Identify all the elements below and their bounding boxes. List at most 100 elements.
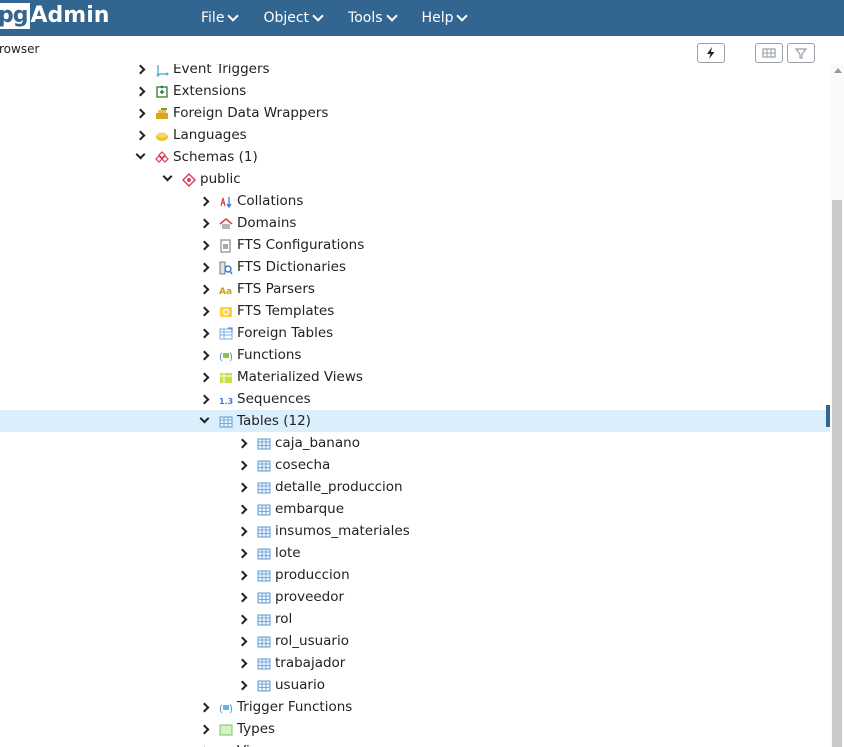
svg-text:(: ( [219,352,223,363]
app-logo[interactable]: pg Admin [0,3,109,29]
tree-node-foreign-tables[interactable]: Foreign Tables [0,322,830,344]
chevron-right-icon[interactable] [199,278,211,300]
chevron-right-icon[interactable] [199,212,211,234]
tree-node-fts-templates[interactable]: FTS Templates [0,300,830,322]
chevron-right-icon[interactable] [135,102,147,124]
chevron-right-icon[interactable] [237,630,249,652]
chevron-down-icon[interactable] [162,168,174,190]
scroll-up-icon[interactable] [834,68,842,73]
chevron-right-icon[interactable] [135,124,147,146]
menu-help[interactable]: Help [422,8,469,28]
tree-node-public[interactable]: public [0,168,830,190]
main-menu: File Object Tools Help [201,8,492,28]
tree-node-collations[interactable]: Collations [0,190,830,212]
chevron-right-icon[interactable] [237,652,249,674]
menu-tools[interactable]: Tools [348,8,398,28]
chevron-right-icon[interactable] [199,696,211,718]
chevron-right-icon[interactable] [199,388,211,410]
scrollbar-thumb[interactable] [832,200,842,747]
tree-node-schemas-1[interactable]: Schemas (1) [0,146,830,168]
tree-node-usuario[interactable]: usuario [0,674,830,696]
tree-node-types[interactable]: Types [0,718,830,740]
tree-node-label: insumos_materiales [275,523,410,539]
tree-node-fts-parsers[interactable]: Aa FTS Parsers [0,278,830,300]
tree-node-caja-banano[interactable]: caja_banano [0,432,830,454]
svg-text:1.3: 1.3 [219,397,233,406]
tree-node-label: FTS Dictionaries [237,259,346,275]
tree-node-functions[interactable]: () Functions [0,344,830,366]
tree-node-insumos-materiales[interactable]: insumos_materiales [0,520,830,542]
chevron-right-icon[interactable] [199,300,211,322]
tree-node-extensions[interactable]: Extensions [0,80,830,102]
tree-node-label: FTS Configurations [237,237,365,253]
tree-node-embarque[interactable]: embarque [0,498,830,520]
tree-node-lote[interactable]: lote [0,542,830,564]
chevron-right-icon[interactable] [135,80,147,102]
tree-node-rol[interactable]: rol [0,608,830,630]
tree-node-label: Materialized Views [237,369,363,385]
filter-button[interactable] [787,43,815,63]
menu-object[interactable]: Object [263,8,324,28]
chevron-right-icon[interactable] [237,586,249,608]
foreign-table-icon [219,326,233,340]
tree-node-views[interactable]: Views [0,740,830,747]
chevron-right-icon[interactable] [199,366,211,388]
tree-node-trabajador[interactable]: trabajador [0,652,830,674]
foreign-data-wrapper-icon [155,106,169,120]
chevron-right-icon[interactable] [237,454,249,476]
tree-node-label: Functions [237,347,302,363]
table-icon [257,590,271,604]
menu-file[interactable]: File [201,8,240,28]
chevron-right-icon[interactable] [237,520,249,542]
tree-node-cosecha[interactable]: cosecha [0,454,830,476]
chevron-right-icon[interactable] [237,542,249,564]
type-icon [219,722,233,736]
tree-node-label: Schemas (1) [173,149,258,165]
table-icon [257,458,271,472]
view-data-button[interactable] [755,43,783,63]
tree-node-rol-usuario[interactable]: rol_usuario [0,630,830,652]
tree-node-domains[interactable]: Domains [0,212,830,234]
tree-node-proveedor[interactable]: proveedor [0,586,830,608]
chevron-right-icon[interactable] [199,322,211,344]
chevron-right-icon[interactable] [237,498,249,520]
table-icon [257,524,271,538]
tree-node-label: rol [275,611,293,627]
tree-node-foreign-data-wrappers[interactable]: Foreign Data Wrappers [0,102,830,124]
tree-node-languages[interactable]: Languages [0,124,830,146]
chevron-right-icon[interactable] [199,740,211,747]
chevron-down-icon [456,10,469,22]
chevron-down-icon [312,10,324,22]
chevron-right-icon[interactable] [199,344,211,366]
chevron-right-icon[interactable] [199,718,211,740]
tree-node-detalle-produccion[interactable]: detalle_produccion [0,476,830,498]
chevron-right-icon[interactable] [237,608,249,630]
domain-icon [219,216,233,230]
query-tool-button[interactable] [697,43,725,63]
tree-node-fts-configurations[interactable]: FTS Configurations [0,234,830,256]
chevron-right-icon[interactable] [135,64,147,80]
tree-node-fts-dictionaries[interactable]: FTS Dictionaries [0,256,830,278]
tree-node-sequences[interactable]: 1.3 Sequences [0,388,830,410]
tree-node-label: Languages [173,127,247,143]
chevron-down-icon[interactable] [199,410,211,432]
chevron-right-icon[interactable] [199,234,211,256]
chevron-right-icon[interactable] [237,476,249,498]
tree-node-trigger-functions[interactable]: () Trigger Functions [0,696,830,718]
tree-node-label: Trigger Functions [237,699,353,715]
chevron-right-icon[interactable] [237,674,249,696]
tree-node-produccion[interactable]: produccion [0,564,830,586]
chevron-right-icon[interactable] [237,432,249,454]
chevron-down-icon[interactable] [135,146,147,168]
tree-node-tables-12[interactable]: Tables (12) [0,410,830,432]
fts-template-icon [219,304,233,318]
tree-node-materialized-views[interactable]: Materialized Views [0,366,830,388]
chevron-right-icon[interactable] [199,256,211,278]
svg-text:): ) [229,352,233,363]
chevron-down-icon [385,10,398,22]
chevron-right-icon[interactable] [237,564,249,586]
chevron-right-icon[interactable] [199,190,211,212]
trigger-function-icon: () [219,700,233,715]
tree-node-event-triggers[interactable]: Event Triggers [0,64,830,80]
tree-node-label: FTS Templates [237,303,335,319]
